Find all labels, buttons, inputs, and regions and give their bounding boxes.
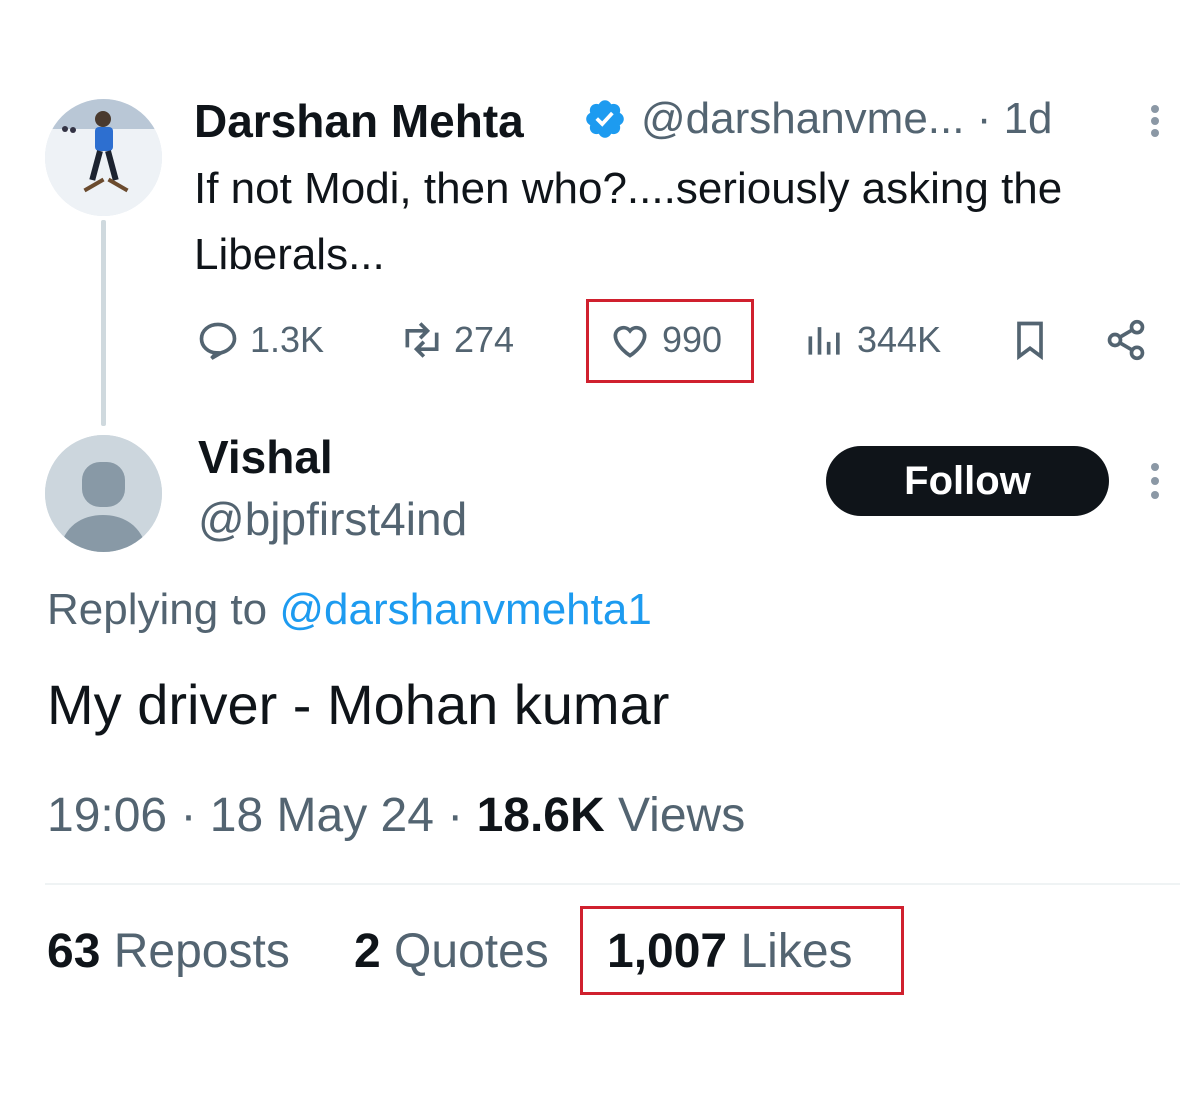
author-avatar[interactable] bbox=[45, 99, 162, 216]
follow-button[interactable]: Follow bbox=[826, 446, 1109, 516]
reply-icon bbox=[199, 322, 237, 360]
views-label: Views bbox=[618, 789, 746, 842]
replying-prefix: Replying to bbox=[47, 585, 268, 634]
tweet-text: If not Modi, then who?....seriously aski… bbox=[194, 164, 1063, 279]
default-avatar-icon bbox=[45, 435, 162, 552]
verified-badge-icon bbox=[586, 100, 624, 138]
reply-author-handle[interactable]: @bjpfirst4ind bbox=[198, 492, 467, 546]
reply-text: My driver - Mohan kumar bbox=[47, 673, 670, 736]
reply-author-name[interactable]: Vishal bbox=[198, 430, 333, 484]
tweet-time[interactable]: 19:06 bbox=[47, 789, 167, 842]
handle-text: @darshanvme... bbox=[641, 94, 965, 143]
repost-count: 274 bbox=[454, 319, 515, 360]
reposts-stat[interactable]: 63 Reposts bbox=[47, 924, 290, 979]
tweet-meta: 19:06 · 18 May 24 · 18.6K Views bbox=[47, 789, 746, 842]
quotes-label: Quotes bbox=[394, 925, 549, 978]
likes-highlight-box bbox=[586, 299, 754, 383]
likes-highlight-box bbox=[580, 906, 904, 995]
reply-button[interactable]: 1.3K bbox=[196, 318, 324, 362]
reply-count: 1.3K bbox=[250, 319, 325, 360]
views-count: 344K bbox=[857, 319, 942, 360]
tweet-time: · 1d bbox=[976, 94, 1053, 143]
thread-line bbox=[101, 220, 106, 426]
quotes-stat[interactable]: 2 Quotes bbox=[354, 924, 549, 979]
divider bbox=[45, 883, 1180, 885]
author-handle[interactable]: @darshanvme... · 1d bbox=[641, 94, 1053, 144]
bookmark-icon[interactable] bbox=[1008, 318, 1052, 362]
reposts-count: 63 bbox=[47, 925, 101, 978]
avatar-photo bbox=[45, 99, 162, 216]
views-button[interactable]: 344K bbox=[803, 318, 941, 362]
views-icon bbox=[808, 327, 840, 355]
repost-icon bbox=[405, 322, 439, 358]
share-icon[interactable] bbox=[1104, 318, 1148, 362]
views-count: 18.6K bbox=[476, 789, 605, 842]
more-icon[interactable] bbox=[1144, 103, 1166, 139]
replying-handle-link[interactable]: @darshanvmehta1 bbox=[279, 585, 651, 634]
quotes-count: 2 bbox=[354, 925, 381, 978]
author-name[interactable]: Darshan Mehta bbox=[194, 94, 524, 148]
more-icon[interactable] bbox=[1144, 461, 1166, 501]
repost-button[interactable]: 274 bbox=[400, 318, 514, 362]
tweet-date[interactable]: 18 May 24 bbox=[210, 789, 434, 842]
replying-to: Replying to @darshanvmehta1 bbox=[47, 585, 652, 635]
reply-author-avatar[interactable] bbox=[45, 435, 162, 552]
reposts-label: Reposts bbox=[113, 925, 290, 978]
